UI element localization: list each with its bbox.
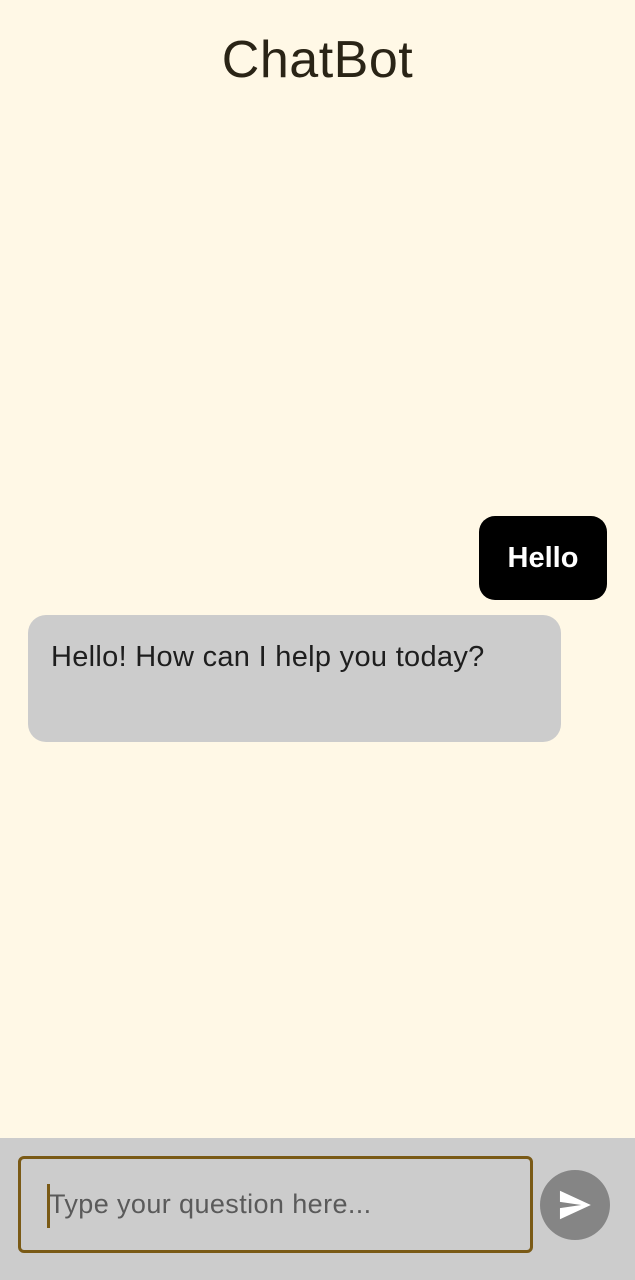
message-list: Hello Hello! How can I help you today? xyxy=(0,0,635,1138)
text-caret xyxy=(47,1184,50,1228)
send-button[interactable] xyxy=(540,1170,610,1240)
user-message-text: Hello xyxy=(507,541,579,574)
chat-app: ChatBot Hello Hello! How can I help you … xyxy=(0,0,635,1280)
bot-message-text: Hello! How can I help you today? xyxy=(51,641,485,673)
send-icon xyxy=(559,1190,591,1220)
composer-bar xyxy=(0,1138,635,1280)
question-input-box[interactable] xyxy=(18,1156,533,1253)
question-input[interactable] xyxy=(21,1159,530,1250)
bot-message-bubble: Hello! How can I help you today? xyxy=(28,615,561,742)
user-message-bubble: Hello xyxy=(479,516,607,600)
